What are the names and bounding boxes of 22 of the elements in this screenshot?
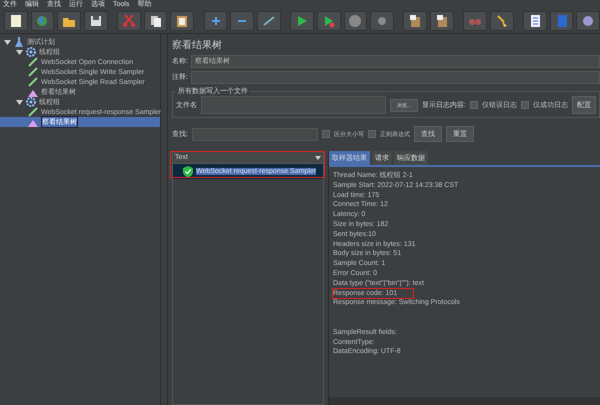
flask-icon (14, 37, 24, 47)
broom-icon[interactable] (490, 11, 514, 31)
comment-field[interactable] (190, 70, 600, 84)
checkbox[interactable] (368, 130, 376, 138)
play-icon[interactable] (290, 11, 314, 31)
checkbox[interactable] (470, 101, 478, 109)
checkbox[interactable] (521, 101, 529, 109)
pencil-icon (28, 107, 38, 117)
folder-icon[interactable] (57, 11, 81, 31)
check-shield-icon (183, 166, 193, 177)
expanded-arrow-icon[interactable] (16, 98, 23, 106)
dropdown-arrow-icon[interactable] (315, 154, 321, 160)
gear-icon (26, 47, 36, 57)
panel-title: 察看结果树 (172, 38, 223, 53)
gear-icon (26, 97, 36, 107)
filename-field[interactable] (201, 96, 386, 114)
floppy-icon[interactable] (84, 11, 108, 31)
minus-icon[interactable] (230, 11, 254, 31)
plus-icon[interactable] (204, 11, 228, 31)
play-icon[interactable] (316, 11, 341, 31)
search-field[interactable] (192, 128, 318, 140)
checkbox[interactable] (322, 130, 330, 138)
